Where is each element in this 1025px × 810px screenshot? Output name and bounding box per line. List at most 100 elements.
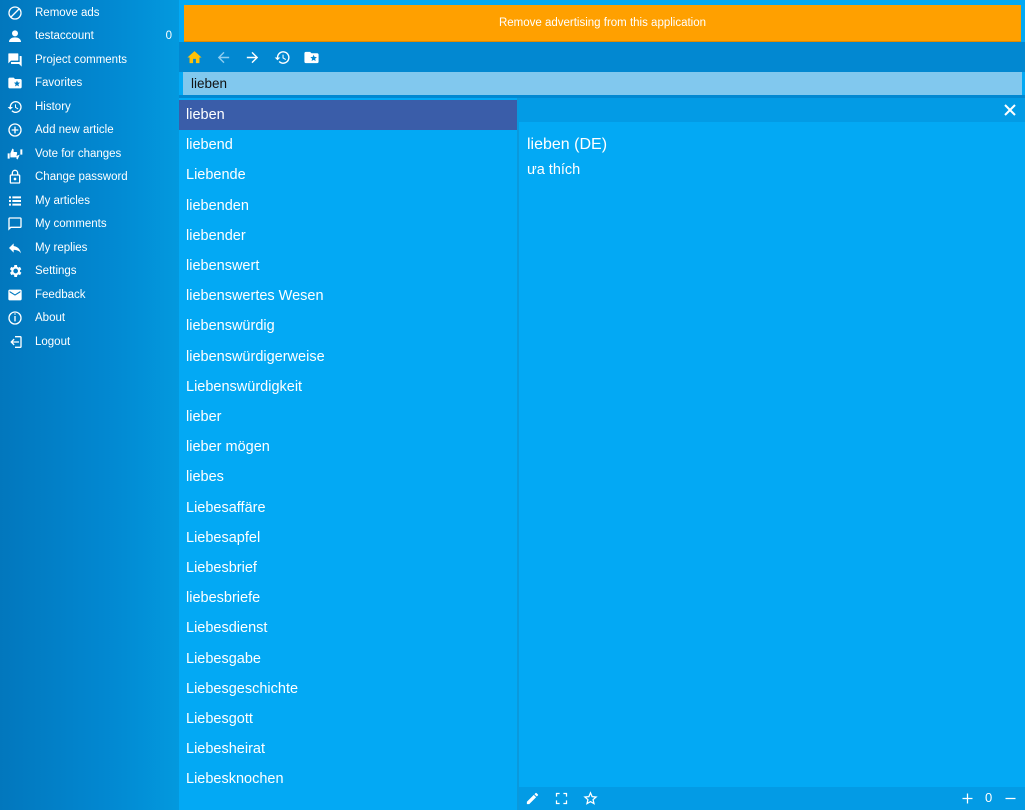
- word-list-item[interactable]: Liebende: [179, 160, 517, 190]
- word-list-item[interactable]: liebes: [179, 462, 517, 492]
- word-list-item[interactable]: Liebesdienst: [179, 613, 517, 643]
- word-list: lieben liebend Liebende liebenden liebender l…: [179, 98, 517, 810]
- close-icon: [1004, 104, 1016, 116]
- home-icon: [186, 50, 202, 63]
- article-translation: ưa thích: [527, 162, 581, 178]
- history-icon: [6, 98, 23, 115]
- article-title: lieben (DE): [527, 136, 608, 153]
- sidebar-item-about[interactable]: About: [0, 306, 179, 329]
- word-list-item[interactable]: liebenden: [179, 191, 517, 221]
- word-list-item[interactable]: Liebesknochen: [179, 764, 517, 794]
- sidebar-item-change-password[interactable]: Change password: [0, 165, 179, 188]
- word-list-item[interactable]: Liebesgabe: [179, 644, 517, 674]
- sidebar-item-my-comments[interactable]: My comments: [0, 212, 179, 235]
- sidebar-item-my-replies[interactable]: My replies: [0, 236, 179, 259]
- word-list-item[interactable]: liebend: [179, 130, 517, 160]
- sidebar-item-favorites[interactable]: Favorites: [0, 71, 179, 94]
- sidebar-item-remove-ads[interactable]: Remove ads: [0, 1, 179, 24]
- fullscreen-icon: [555, 792, 568, 805]
- sidebar-item-label: Project comments: [35, 53, 128, 66]
- history-icon: [274, 50, 290, 64]
- word-list-item[interactable]: liebenswürdig: [179, 311, 517, 341]
- forward-button[interactable]: [243, 48, 261, 66]
- sidebar-item-vote[interactable]: Vote for changes: [0, 142, 179, 165]
- sidebar-item-add-article[interactable]: Add new article: [0, 118, 179, 141]
- gear-icon: [6, 262, 23, 279]
- word-list-item[interactable]: Liebesapfel: [179, 523, 517, 553]
- sidebar-item-label: Vote for changes: [35, 147, 122, 160]
- zoom-in-button[interactable]: [960, 791, 975, 806]
- word-list-item[interactable]: Liebesgeschichte: [179, 674, 517, 704]
- sidebar-item-label: History: [35, 100, 71, 113]
- logout-icon: [6, 333, 23, 350]
- list-icon: [6, 192, 23, 209]
- close-button[interactable]: [1003, 103, 1017, 117]
- star-folder-icon: [6, 74, 23, 91]
- word-list-item[interactable]: lieber: [179, 402, 517, 432]
- plus-icon: [962, 793, 973, 804]
- word-list-item[interactable]: liebender: [179, 221, 517, 251]
- lock-icon: [6, 168, 23, 185]
- sidebar-item-label: My articles: [35, 194, 90, 207]
- word-list-item[interactable]: Liebesgott: [179, 704, 517, 734]
- sidebar-item-logout[interactable]: Logout: [0, 330, 179, 353]
- sidebar-item-history[interactable]: History: [0, 95, 179, 118]
- home-button[interactable]: [185, 48, 203, 66]
- sidebar-item-label: Change password: [35, 170, 128, 183]
- comments-icon: [6, 51, 23, 68]
- sidebar-item-label: My replies: [35, 241, 88, 254]
- sidebar-item-account[interactable]: testaccount 0: [0, 24, 179, 47]
- word-list-item[interactable]: liebenswert: [179, 251, 517, 281]
- word-list-item[interactable]: lieber mögen: [179, 432, 517, 462]
- article-header: [519, 98, 1025, 122]
- reply-icon: [6, 239, 23, 256]
- sidebar-item-label: Feedback: [35, 288, 86, 301]
- sidebar-item-label: My comments: [35, 217, 107, 230]
- add-circle-icon: [6, 121, 23, 138]
- navigation-toolbar: [179, 42, 1025, 72]
- banner-text: Remove advertising from this application: [498, 17, 707, 29]
- minus-icon: [1005, 797, 1016, 800]
- sidebar-item-settings[interactable]: Settings: [0, 259, 179, 282]
- history-button[interactable]: [273, 48, 291, 66]
- sidebar-item-label: testaccount: [35, 29, 94, 42]
- word-list-item[interactable]: liebesbriefe: [179, 583, 517, 613]
- word-list-item[interactable]: liebenswürdigerweise: [179, 342, 517, 372]
- favorites-button[interactable]: [302, 48, 320, 66]
- sidebar-item-label: Favorites: [35, 76, 83, 89]
- remove-ads-banner[interactable]: Remove advertising from this application: [184, 5, 1021, 42]
- favorite-button[interactable]: [583, 791, 598, 806]
- search-input[interactable]: [183, 72, 1022, 95]
- arrow-left-icon: [217, 51, 229, 63]
- info-icon: [6, 309, 23, 326]
- thumbs-icon: [6, 145, 23, 162]
- block-icon: [6, 4, 23, 21]
- search-bar: [183, 72, 1022, 95]
- sidebar-item-label: Logout: [35, 335, 71, 348]
- word-list-item[interactable]: Liebesaffäre: [179, 493, 517, 523]
- sidebar-item-label: Settings: [35, 264, 77, 277]
- sidebar-item-feedback[interactable]: Feedback: [0, 283, 179, 306]
- fullscreen-button[interactable]: [554, 791, 569, 806]
- zoom-out-button[interactable]: [1003, 791, 1018, 806]
- star-icon: [583, 791, 598, 805]
- word-list-item[interactable]: Liebesbrief: [179, 553, 517, 583]
- sidebar-item-project-comments[interactable]: Project comments: [0, 48, 179, 71]
- article-pane: lieben (DE) ưa thích 0: [519, 98, 1025, 810]
- mail-icon: [6, 286, 23, 303]
- account-count-badge: 0: [165, 29, 172, 42]
- star-folder-icon: [303, 51, 319, 63]
- word-list-item[interactable]: Liebenswürdigkeit: [179, 372, 517, 402]
- sidebar-item-label: About: [35, 311, 66, 324]
- zoom-level: 0: [985, 790, 993, 805]
- word-list-item[interactable]: liebenswertes Wesen: [179, 281, 517, 311]
- person-icon: [6, 27, 23, 44]
- pencil-icon: [526, 792, 539, 805]
- sidebar-item-my-articles[interactable]: My articles: [0, 189, 179, 212]
- edit-button[interactable]: [525, 791, 540, 806]
- arrow-right-icon: [246, 51, 258, 63]
- word-list-item[interactable]: Liebesheirat: [179, 734, 517, 764]
- word-list-item-selected[interactable]: lieben: [179, 100, 517, 130]
- back-button[interactable]: [214, 48, 232, 66]
- sidebar-item-label: Remove ads: [35, 6, 100, 19]
